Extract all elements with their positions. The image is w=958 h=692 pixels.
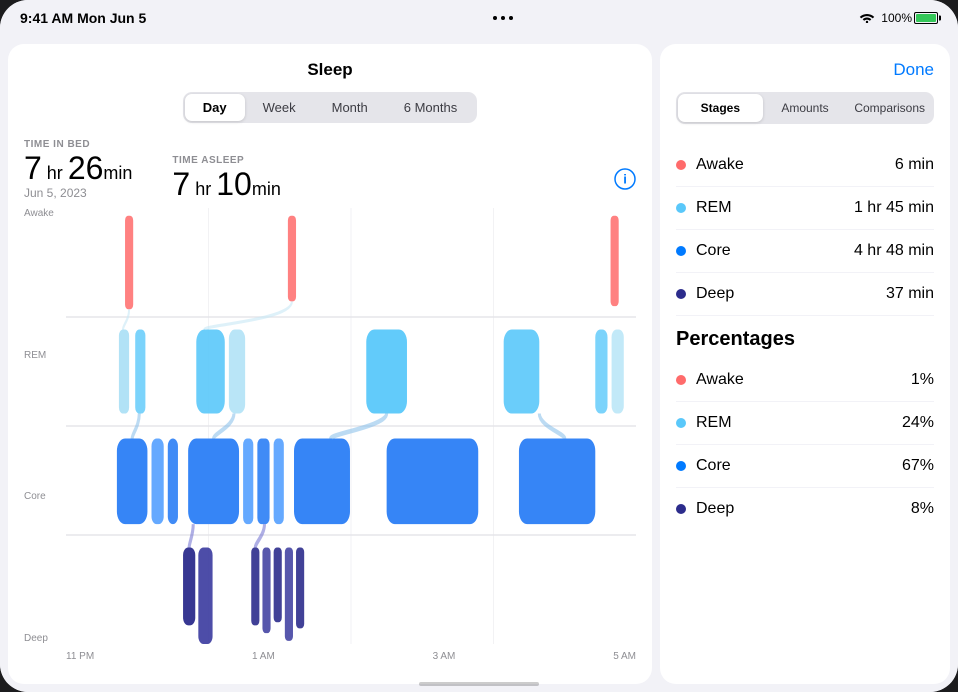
done-button[interactable]: Done [893, 60, 934, 80]
time-asleep-block: TIME ASLEEP 7 hr 10min [172, 155, 280, 200]
pct-rem-name: REM [696, 414, 902, 432]
right-panel: Done Stages Amounts Comparisons Awake 6 … [660, 44, 950, 684]
core-name: Core [696, 242, 854, 260]
stage-row-core: Core 4 hr 48 min [676, 230, 934, 273]
dot-3 [509, 16, 513, 20]
dot-1 [493, 16, 497, 20]
label-rem: REM [24, 350, 66, 361]
stage-row-rem: REM 1 hr 45 min [676, 187, 934, 230]
sleep-chart-svg [66, 208, 636, 644]
time-asleep-hours: 7 [172, 166, 190, 202]
tab-selector: Stages Amounts Comparisons [676, 92, 934, 124]
stage-row-deep: Deep 37 min [676, 273, 934, 316]
status-time: 9:41 AM Mon Jun 5 [20, 10, 146, 26]
percentages-title: Percentages [676, 328, 934, 351]
sleep-title: Sleep [24, 60, 636, 80]
pct-row-rem: REM 24% [676, 402, 934, 445]
time-in-bed-value: 7 hr 26min [24, 152, 132, 184]
home-indicator [419, 682, 539, 686]
chart-area [66, 208, 636, 644]
segmented-control: Day Week Month 6 Months [183, 92, 477, 123]
awake-dot [676, 160, 686, 170]
rem-time: 1 hr 45 min [854, 199, 934, 217]
battery-fill [916, 14, 936, 22]
left-panel: Sleep Day Week Month 6 Months TIME IN BE… [8, 44, 652, 684]
ipad-frame: 9:41 AM Mon Jun 5 100% [0, 0, 958, 692]
core-dot [676, 246, 686, 256]
segment-month[interactable]: Month [314, 94, 386, 121]
deep-dot [676, 289, 686, 299]
tab-comparisons[interactable]: Comparisons [847, 94, 932, 122]
pct-core-dot [676, 461, 686, 471]
pct-row-deep: Deep 8% [676, 488, 934, 530]
stats-row: TIME IN BED 7 hr 26min Jun 5, 2023 TIME … [24, 139, 636, 200]
pct-rem-dot [676, 418, 686, 428]
info-icon[interactable]: i [614, 168, 636, 196]
right-header: Done [676, 60, 934, 80]
segment-6months[interactable]: 6 Months [386, 94, 475, 121]
pct-awake-dot [676, 375, 686, 385]
pct-awake-name: Awake [696, 371, 911, 389]
tab-amounts[interactable]: Amounts [763, 94, 848, 122]
min-unit-1: min [103, 163, 132, 183]
svg-text:i: i [623, 172, 627, 187]
pct-awake-value: 1% [911, 371, 934, 389]
main-content: Sleep Day Week Month 6 Months TIME IN BE… [0, 36, 958, 692]
status-bar: 9:41 AM Mon Jun 5 100% [0, 0, 958, 36]
segment-day[interactable]: Day [185, 94, 245, 121]
pct-deep-value: 8% [911, 500, 934, 518]
pct-deep-dot [676, 504, 686, 514]
time-in-bed-minutes: 26 [68, 150, 104, 186]
time-asleep-value: 7 hr 10min [172, 168, 280, 200]
battery-container: 100% [881, 11, 938, 25]
hr-unit-1: hr [42, 163, 68, 183]
time-11pm: 11 PM [66, 651, 94, 662]
stat-date: Jun 5, 2023 [24, 186, 132, 200]
stage-row-awake: Awake 6 min [676, 144, 934, 187]
time-in-bed-hours: 7 [24, 150, 42, 186]
time-1am: 1 AM [252, 651, 275, 662]
core-time: 4 hr 48 min [854, 242, 934, 260]
label-awake: Awake [24, 208, 66, 219]
chart-container: Awake REM Core Deep [24, 208, 636, 668]
rem-name: REM [696, 199, 854, 217]
time-5am: 5 AM [613, 651, 636, 662]
rem-dot [676, 203, 686, 213]
pct-row-awake: Awake 1% [676, 359, 934, 402]
pct-row-core: Core 67% [676, 445, 934, 488]
time-3am: 3 AM [433, 651, 456, 662]
segment-week[interactable]: Week [245, 94, 314, 121]
time-axis: 11 PM 1 AM 3 AM 5 AM [66, 644, 636, 668]
pct-core-value: 67% [902, 457, 934, 475]
time-in-bed-label: TIME IN BED [24, 139, 132, 150]
tab-stages[interactable]: Stages [678, 94, 763, 122]
deep-time: 37 min [886, 285, 934, 303]
wifi-icon [859, 11, 875, 26]
chart-labels: Awake REM Core Deep [24, 208, 66, 644]
pct-rem-value: 24% [902, 414, 934, 432]
pct-core-name: Core [696, 457, 902, 475]
hr-unit-2: hr [190, 179, 216, 199]
time-in-bed-block: TIME IN BED 7 hr 26min Jun 5, 2023 [24, 139, 132, 200]
min-unit-2: min [252, 179, 281, 199]
battery-text: 100% [881, 11, 912, 25]
awake-name: Awake [696, 156, 895, 174]
deep-name: Deep [696, 285, 886, 303]
battery-icon [914, 12, 938, 24]
time-asleep-label: TIME ASLEEP [172, 155, 280, 166]
label-deep: Deep [24, 633, 66, 644]
pct-deep-name: Deep [696, 500, 911, 518]
status-right: 100% [859, 11, 938, 26]
label-core: Core [24, 491, 66, 502]
status-dots [493, 16, 513, 20]
dot-2 [501, 16, 505, 20]
awake-time: 6 min [895, 156, 934, 174]
time-asleep-minutes: 10 [216, 166, 252, 202]
